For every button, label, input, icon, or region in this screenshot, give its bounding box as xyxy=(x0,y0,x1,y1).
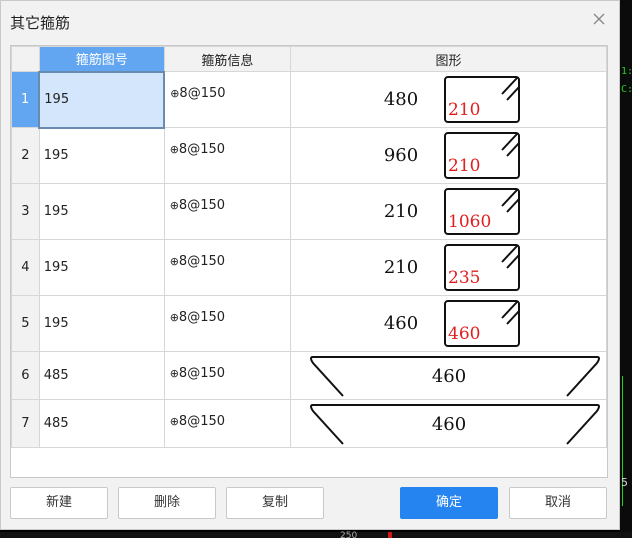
stirrup-code-cell[interactable]: 195 xyxy=(38,183,165,240)
title-bar: 其它箍筋 xyxy=(1,1,619,41)
stirrup-info-text: 8@150 xyxy=(178,310,226,325)
close-icon[interactable] xyxy=(589,9,609,29)
shape-length-label: 460 xyxy=(384,313,418,334)
dialog-title: 其它箍筋 xyxy=(10,14,71,32)
table-row[interactable]: 2 195 ⊕8@150 960 210 xyxy=(11,127,607,184)
table-row[interactable]: 6 485 ⊕8@150 460 xyxy=(11,351,607,400)
column-header-info[interactable]: 箍筋信息 xyxy=(163,46,291,72)
rect-stirrup-shape: 960 210 xyxy=(384,132,520,179)
background-text: 5 xyxy=(621,476,628,489)
shape-length-label: 210 xyxy=(384,257,418,278)
rebar-grade-symbol: ⊕ xyxy=(169,415,179,428)
stirrup-shape-cell[interactable]: 460 xyxy=(289,399,607,448)
stirrup-code-cell[interactable]: 195 xyxy=(38,295,165,352)
row-number[interactable]: 6 xyxy=(11,351,40,400)
stirrup-dialog: 其它箍筋 箍筋图号 箍筋信息 图形 1 195 ⊕8@150 480 210 2… xyxy=(0,0,620,530)
table-row[interactable]: 1 195 ⊕8@150 480 210 xyxy=(11,70,607,129)
stirrup-info-text: 8@150 xyxy=(178,142,226,157)
shape-width-label: 210 xyxy=(448,156,480,176)
stirrup-hook xyxy=(506,86,520,101)
stirrup-shape-cell[interactable]: 460 460 xyxy=(289,295,607,352)
stirrup-code-cell[interactable]: 485 xyxy=(38,399,165,448)
stirrup-hook xyxy=(506,142,520,157)
stirrup-grid: 箍筋图号 箍筋信息 图形 1 195 ⊕8@150 480 210 2 195 … xyxy=(11,46,607,448)
rebar-grade-symbol: ⊕ xyxy=(169,143,179,156)
delete-button[interactable]: 删除 xyxy=(118,487,216,519)
stirrup-info-cell[interactable]: ⊕8@150 xyxy=(163,71,291,128)
row-number[interactable]: 2 xyxy=(11,127,40,184)
rect-stirrup-shape: 460 460 xyxy=(384,300,520,347)
stirrup-info-cell[interactable]: ⊕8@150 xyxy=(163,127,291,184)
shape-length-label: 960 xyxy=(384,145,418,166)
tie-stirrup-shape: 460 xyxy=(309,404,600,445)
rebar-grade-symbol: ⊕ xyxy=(169,367,179,380)
rebar-grade-symbol: ⊕ xyxy=(169,255,179,268)
row-number-header xyxy=(11,46,40,72)
shape-length-label: 460 xyxy=(432,366,466,387)
stirrup-info-text: 8@150 xyxy=(178,254,226,269)
stirrup-shape-cell[interactable]: 460 xyxy=(289,351,607,400)
table-header-row: 箍筋图号 箍筋信息 图形 xyxy=(11,46,607,72)
table-row[interactable]: 4 195 ⊕8@150 210 235 xyxy=(11,239,607,296)
row-number[interactable]: 4 xyxy=(11,239,40,296)
background-text: 250 xyxy=(340,531,358,538)
ok-button[interactable]: 确定 xyxy=(400,487,498,519)
table-row[interactable]: 7 485 ⊕8@150 460 xyxy=(11,399,607,448)
rebar-grade-symbol: ⊕ xyxy=(169,311,179,324)
row-number[interactable]: 5 xyxy=(11,295,40,352)
tie-stirrup-shape: 460 xyxy=(309,356,600,397)
rect-stirrup-shape: 210 1060 xyxy=(384,188,520,235)
stirrup-hook xyxy=(506,198,520,213)
stirrup-info-cell[interactable]: ⊕8@150 xyxy=(163,399,291,448)
background-mark xyxy=(388,532,392,538)
background-canvas: 1: C: 5 xyxy=(620,0,632,538)
column-header-shape[interactable]: 图形 xyxy=(289,46,607,72)
stirrup-code-cell[interactable]: 485 xyxy=(38,351,165,400)
stirrup-info-cell[interactable]: ⊕8@150 xyxy=(163,295,291,352)
stirrup-code-cell[interactable]: 195 xyxy=(38,239,165,296)
row-number[interactable]: 7 xyxy=(11,399,40,448)
shape-width-label: 235 xyxy=(448,268,480,288)
cancel-button[interactable]: 取消 xyxy=(509,487,607,519)
stirrup-code-cell[interactable]: 195 xyxy=(38,70,166,129)
stirrup-info-cell[interactable]: ⊕8@150 xyxy=(163,351,291,400)
shape-width-label: 1060 xyxy=(448,212,491,232)
copy-button[interactable]: 复制 xyxy=(226,487,324,519)
background-text: C: xyxy=(621,84,632,95)
stirrup-info-text: 8@150 xyxy=(178,366,226,381)
background-text: 1: xyxy=(621,66,632,77)
stirrup-info-cell[interactable]: ⊕8@150 xyxy=(163,239,291,296)
rebar-grade-symbol: ⊕ xyxy=(169,199,179,212)
background-strip: 250 xyxy=(0,531,632,538)
shape-length-label: 480 xyxy=(384,89,418,110)
rect-stirrup-shape: 480 210 xyxy=(384,76,520,123)
shape-length-label: 210 xyxy=(384,201,418,222)
stirrup-hook xyxy=(309,404,344,445)
stirrup-hook xyxy=(506,310,520,325)
table-row[interactable]: 3 195 ⊕8@150 210 1060 xyxy=(11,183,607,240)
row-number[interactable]: 1 xyxy=(11,71,40,128)
stirrup-shape-cell[interactable]: 210 1060 xyxy=(289,183,607,240)
table-row[interactable]: 5 195 ⊕8@150 460 460 xyxy=(11,295,607,352)
rect-stirrup-shape: 210 235 xyxy=(384,244,520,291)
stirrup-hook xyxy=(309,356,344,397)
stirrup-info-text: 8@150 xyxy=(178,414,226,429)
stirrup-code-cell[interactable]: 195 xyxy=(38,127,165,184)
stirrup-shape-cell[interactable]: 480 210 xyxy=(289,71,607,128)
column-header-code[interactable]: 箍筋图号 xyxy=(38,46,165,72)
stirrup-hook xyxy=(506,254,520,269)
stirrup-shape-cell[interactable]: 210 235 xyxy=(289,239,607,296)
shape-length-label: 460 xyxy=(432,414,466,435)
stirrup-info-text: 8@150 xyxy=(179,86,226,101)
row-number[interactable]: 3 xyxy=(11,183,40,240)
shape-width-label: 210 xyxy=(448,100,480,120)
stirrup-table: 箍筋图号 箍筋信息 图形 1 195 ⊕8@150 480 210 2 195 … xyxy=(10,45,608,478)
stirrup-info-text: 8@150 xyxy=(178,198,226,213)
stirrup-shape-cell[interactable]: 960 210 xyxy=(289,127,607,184)
new-button[interactable]: 新建 xyxy=(10,487,108,519)
shape-width-label: 460 xyxy=(448,324,480,344)
stirrup-info-cell[interactable]: ⊕8@150 xyxy=(163,183,291,240)
